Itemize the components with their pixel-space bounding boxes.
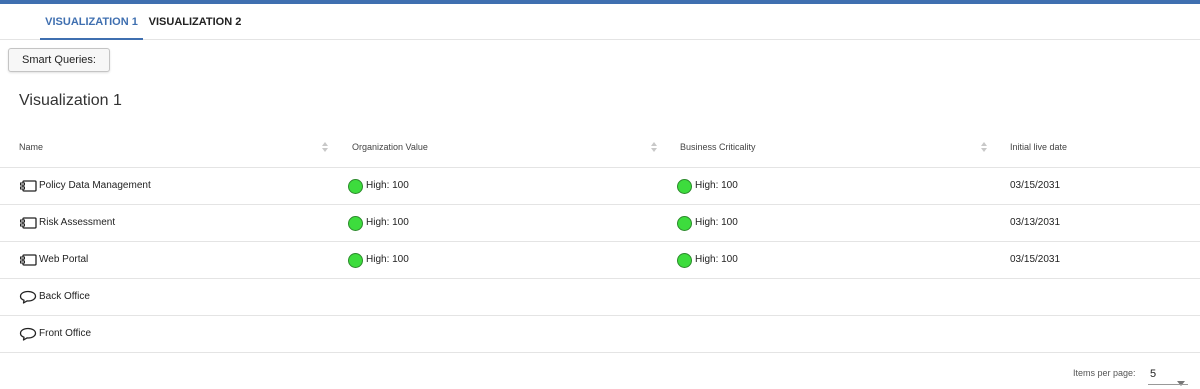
table-row[interactable]: Risk Assessment High: 100 High: 100 03/1…: [0, 205, 1200, 242]
tab-visualization-1[interactable]: VISUALIZATION 1: [40, 4, 143, 40]
organization-value-text: High: 100: [366, 254, 409, 265]
name-cell[interactable]: Policy Data Management: [19, 168, 151, 204]
row-name: Back Office: [39, 291, 90, 302]
name-cell[interactable]: Web Portal: [19, 242, 88, 278]
capability-icon: [19, 290, 37, 304]
row-name: Web Portal: [39, 254, 89, 265]
business-criticality-text: High: 100: [695, 217, 738, 228]
sort-icon[interactable]: [321, 141, 329, 153]
application-icon: [19, 216, 37, 230]
table-row[interactable]: Back Office: [0, 279, 1200, 316]
page-title: Visualization 1: [19, 92, 122, 109]
business-criticality-cell: High: 100: [677, 242, 738, 278]
organization-value-cell: High: 100: [348, 205, 409, 241]
application-icon: [19, 253, 37, 267]
row-name: Policy Data Management: [39, 180, 151, 191]
row-name: Front Office: [39, 328, 92, 339]
initial-live-date-cell: 03/13/2031: [1010, 217, 1061, 228]
status-dot: [677, 178, 692, 194]
business-criticality-text: High: 100: [695, 180, 738, 191]
select-underline: [1148, 384, 1188, 385]
column-header-organization-value[interactable]: Organization Value: [352, 130, 428, 167]
pagination-bar: Items per page: 5: [0, 352, 1200, 389]
organization-value-text: High: 100: [366, 217, 409, 228]
items-per-page-select[interactable]: 5: [1148, 365, 1188, 386]
sort-icon[interactable]: [980, 141, 988, 153]
name-cell[interactable]: Front Office: [19, 316, 91, 352]
status-dot: [677, 252, 692, 268]
organization-value-text: High: 100: [366, 180, 409, 191]
column-header-business-criticality[interactable]: Business Criticality: [680, 130, 756, 167]
initial-live-date-cell: 03/15/2031: [1010, 180, 1061, 191]
table-header: Name Organization Value Business Critica…: [0, 130, 1200, 168]
business-criticality-cell: High: 100: [677, 205, 738, 241]
table-row[interactable]: Front Office: [0, 316, 1200, 353]
tab-visualization-2[interactable]: VISUALIZATION 2: [143, 4, 247, 40]
table-row[interactable]: Web Portal High: 100 High: 100 03/15/203…: [0, 242, 1200, 279]
column-header-initial-live-date[interactable]: Initial live date: [1010, 130, 1067, 167]
status-dot: [348, 215, 363, 231]
initial-live-date-cell: 03/15/2031: [1010, 254, 1061, 265]
chevron-down-icon: [1177, 373, 1185, 386]
status-dot: [677, 215, 692, 231]
business-criticality-text: High: 100: [695, 254, 738, 265]
name-cell[interactable]: Risk Assessment: [19, 205, 115, 241]
items-per-page-label: Items per page:: [1073, 368, 1136, 378]
table-row[interactable]: Policy Data Management High: 100 High: 1…: [0, 168, 1200, 205]
tab-bar: VISUALIZATION 1 VISUALIZATION 2: [0, 4, 1200, 40]
status-dot: [348, 252, 363, 268]
status-dot: [348, 178, 363, 194]
application-icon: [19, 179, 37, 193]
organization-value-cell: High: 100: [348, 168, 409, 204]
items-per-page-value: 5: [1150, 368, 1157, 380]
active-tab-indicator: [40, 38, 143, 40]
capability-icon: [19, 327, 37, 341]
row-name: Risk Assessment: [39, 217, 116, 228]
smart-queries-button[interactable]: Smart Queries:: [8, 48, 110, 72]
sort-icon[interactable]: [650, 141, 658, 153]
column-header-name[interactable]: Name: [19, 130, 43, 167]
organization-value-cell: High: 100: [348, 242, 409, 278]
name-cell[interactable]: Back Office: [19, 279, 90, 315]
business-criticality-cell: High: 100: [677, 168, 738, 204]
